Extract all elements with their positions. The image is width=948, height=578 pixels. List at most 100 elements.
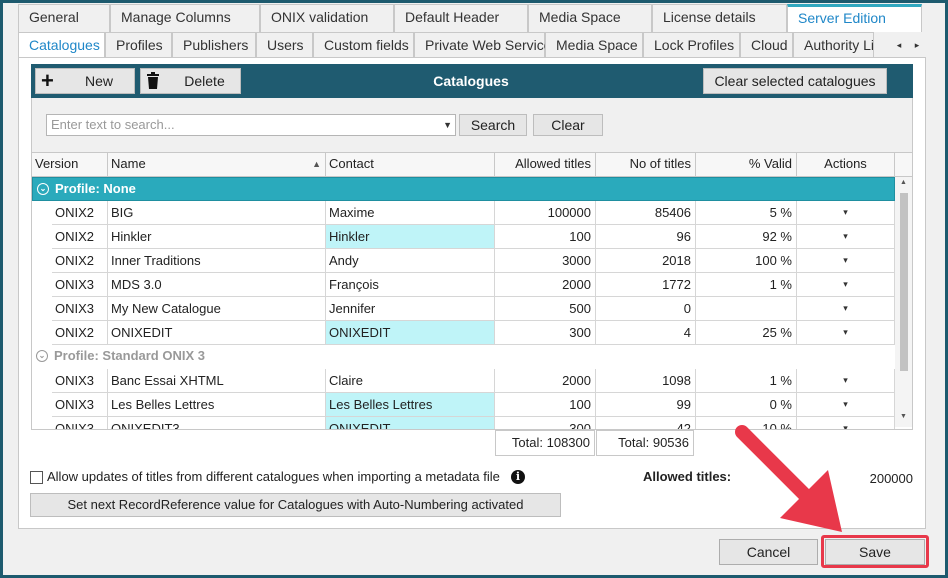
col-actions[interactable]: Actions xyxy=(797,153,895,176)
cell-allowed: 300 xyxy=(495,417,596,429)
trash-icon xyxy=(146,72,164,90)
delete-button[interactable]: Delete xyxy=(140,68,241,94)
tab-license-details[interactable]: License details xyxy=(652,4,787,32)
cell-valid xyxy=(696,297,797,320)
search-placeholder: Enter text to search... xyxy=(51,117,175,132)
col-version[interactable]: Version xyxy=(32,153,108,176)
allow-updates-checkbox[interactable] xyxy=(30,471,43,484)
tab-users[interactable]: Users xyxy=(256,32,313,58)
col-allowed-titles[interactable]: Allowed titles xyxy=(495,153,596,176)
col-contact[interactable]: Contact xyxy=(326,153,495,176)
tab-custom-fields[interactable]: Custom fields xyxy=(313,32,414,58)
cell-count: 42 xyxy=(596,417,696,429)
table-row[interactable]: ONIX3 MDS 3.0 François 2000 1772 1 % ▾ xyxy=(52,273,895,297)
row-actions-dropdown-icon[interactable]: ▾ xyxy=(797,297,895,320)
cell-version: ONIX2 xyxy=(52,321,108,344)
cell-contact: Maxime xyxy=(326,201,495,224)
vertical-scrollbar[interactable]: ▲ ▼ xyxy=(895,177,912,427)
cell-name: Hinkler xyxy=(108,225,326,248)
group-row[interactable]: ⌄ Profile: Standard ONIX 3 xyxy=(32,345,895,369)
total-no-of-titles: Total: 90536 xyxy=(596,430,694,456)
tab-cloud[interactable]: Cloud xyxy=(740,32,793,58)
table-row[interactable]: ONIX3 Banc Essai XHTML Claire 2000 1098 1 % ▾ xyxy=(52,369,895,393)
toolbar-title: Catalogues xyxy=(433,73,509,89)
cell-contact: Hinkler xyxy=(326,225,495,248)
tab-authority-list[interactable]: Authority List xyxy=(793,32,874,58)
new-button-label: New xyxy=(84,73,113,89)
cell-allowed: 100 xyxy=(495,393,596,416)
scroll-up-icon[interactable]: ▲ xyxy=(895,179,912,191)
cell-allowed: 100 xyxy=(495,225,596,248)
row-actions-dropdown-icon[interactable]: ▾ xyxy=(797,273,895,296)
row-actions-dropdown-icon[interactable]: ▾ xyxy=(797,225,895,248)
cell-version: ONIX3 xyxy=(52,369,108,392)
search-button[interactable]: Search xyxy=(459,114,527,136)
clear-search-button[interactable]: Clear xyxy=(533,114,603,136)
info-icon[interactable]: i xyxy=(511,470,525,484)
group-label: Profile: Standard ONIX 3 xyxy=(54,348,205,363)
tab-catalogues[interactable]: Catalogues xyxy=(18,32,105,58)
cell-count: 1098 xyxy=(596,369,696,392)
total-allowed-titles: Total: 108300 xyxy=(495,430,595,456)
cell-count: 2018 xyxy=(596,249,696,272)
collapse-icon[interactable]: ⌄ xyxy=(36,350,48,362)
row-actions-dropdown-icon[interactable]: ▾ xyxy=(797,369,895,392)
scroll-down-icon[interactable]: ▼ xyxy=(895,413,912,425)
sort-ascending-icon: ▲ xyxy=(312,159,321,169)
tab-default-header[interactable]: Default Header xyxy=(394,4,528,32)
clear-selected-catalogues-button[interactable]: Clear selected catalogues xyxy=(703,68,887,94)
table-row[interactable]: ONIX2 ONIXEDIT ONIXEDIT 300 4 25 % ▾ xyxy=(52,321,895,345)
cell-name: ONIXEDIT3 xyxy=(108,417,326,429)
delete-button-label: Delete xyxy=(184,73,225,89)
cell-valid: 1 % xyxy=(696,369,797,392)
cell-contact: Les Belles Lettres xyxy=(326,393,495,416)
tab-manage-columns[interactable]: Manage Columns xyxy=(110,4,260,32)
table-row[interactable]: ONIX2 BIG Maxime 100000 85406 5 % ▾ xyxy=(52,201,895,225)
grid-header: Version Name ▲ Contact Allowed titles No… xyxy=(32,153,912,177)
set-next-record-reference-button[interactable]: Set next RecordReference value for Catal… xyxy=(30,493,561,517)
search-input[interactable]: Enter text to search... ▼ xyxy=(46,114,456,136)
row-actions-dropdown-icon[interactable]: ▾ xyxy=(797,201,895,224)
catalogues-grid: Version Name ▲ Contact Allowed titles No… xyxy=(31,152,913,430)
cell-name: My New Catalogue xyxy=(108,297,326,320)
tab-publishers[interactable]: Publishers xyxy=(172,32,256,58)
tab-media-space-2[interactable]: Media Space xyxy=(545,32,643,58)
new-button[interactable]: + New xyxy=(35,68,135,94)
group-label: Profile: None xyxy=(55,181,136,196)
tab-next-icon[interactable]: ▸ xyxy=(910,36,924,54)
collapse-icon[interactable]: ⌄ xyxy=(37,183,49,195)
col-name[interactable]: Name ▲ xyxy=(108,153,326,176)
table-row[interactable]: ONIX2 Hinkler Hinkler 100 96 92 % ▾ xyxy=(52,225,895,249)
row-actions-dropdown-icon[interactable]: ▾ xyxy=(797,249,895,272)
table-row[interactable]: ONIX3 My New Catalogue Jennifer 500 0 ▾ xyxy=(52,297,895,321)
tab-lock-profiles[interactable]: Lock Profiles xyxy=(643,32,740,58)
tab-server-edition[interactable]: Server Edition xyxy=(787,4,922,32)
cell-contact: François xyxy=(326,273,495,296)
allowed-titles-label: Allowed titles: xyxy=(643,469,732,484)
scroll-thumb[interactable] xyxy=(900,193,908,371)
cell-allowed: 100000 xyxy=(495,201,596,224)
table-row[interactable]: ONIX2 Inner Traditions Andy 3000 2018 100 % ▾ xyxy=(52,249,895,273)
tab-media-space[interactable]: Media Space xyxy=(528,4,652,32)
group-row[interactable]: ⌄ Profile: None xyxy=(32,177,895,201)
tab-general[interactable]: General xyxy=(18,4,110,32)
cell-name: ONIXEDIT xyxy=(108,321,326,344)
cell-name: Les Belles Lettres xyxy=(108,393,326,416)
tab-onix-validation[interactable]: ONIX validation xyxy=(260,4,394,32)
cell-version: ONIX3 xyxy=(52,273,108,296)
annotation-arrow-icon xyxy=(735,425,842,532)
cell-contact: Jennifer xyxy=(326,297,495,320)
cell-allowed: 500 xyxy=(495,297,596,320)
search-dropdown-icon[interactable]: ▼ xyxy=(443,115,452,135)
tab-private-web-service[interactable]: Private Web Service xyxy=(414,32,552,58)
cell-allowed: 300 xyxy=(495,321,596,344)
cell-name: BIG xyxy=(108,201,326,224)
search-panel: Enter text to search... ▼ Search Clear xyxy=(31,98,913,152)
allow-updates-label: Allow updates of titles from different c… xyxy=(47,469,500,484)
col-no-of-titles[interactable]: No of titles xyxy=(596,153,696,176)
cell-valid: 92 % xyxy=(696,225,797,248)
tab-prev-icon[interactable]: ◂ xyxy=(892,36,906,54)
row-actions-dropdown-icon[interactable]: ▾ xyxy=(797,321,895,344)
col-percent-valid[interactable]: % Valid xyxy=(696,153,797,176)
tab-profiles[interactable]: Profiles xyxy=(105,32,172,58)
